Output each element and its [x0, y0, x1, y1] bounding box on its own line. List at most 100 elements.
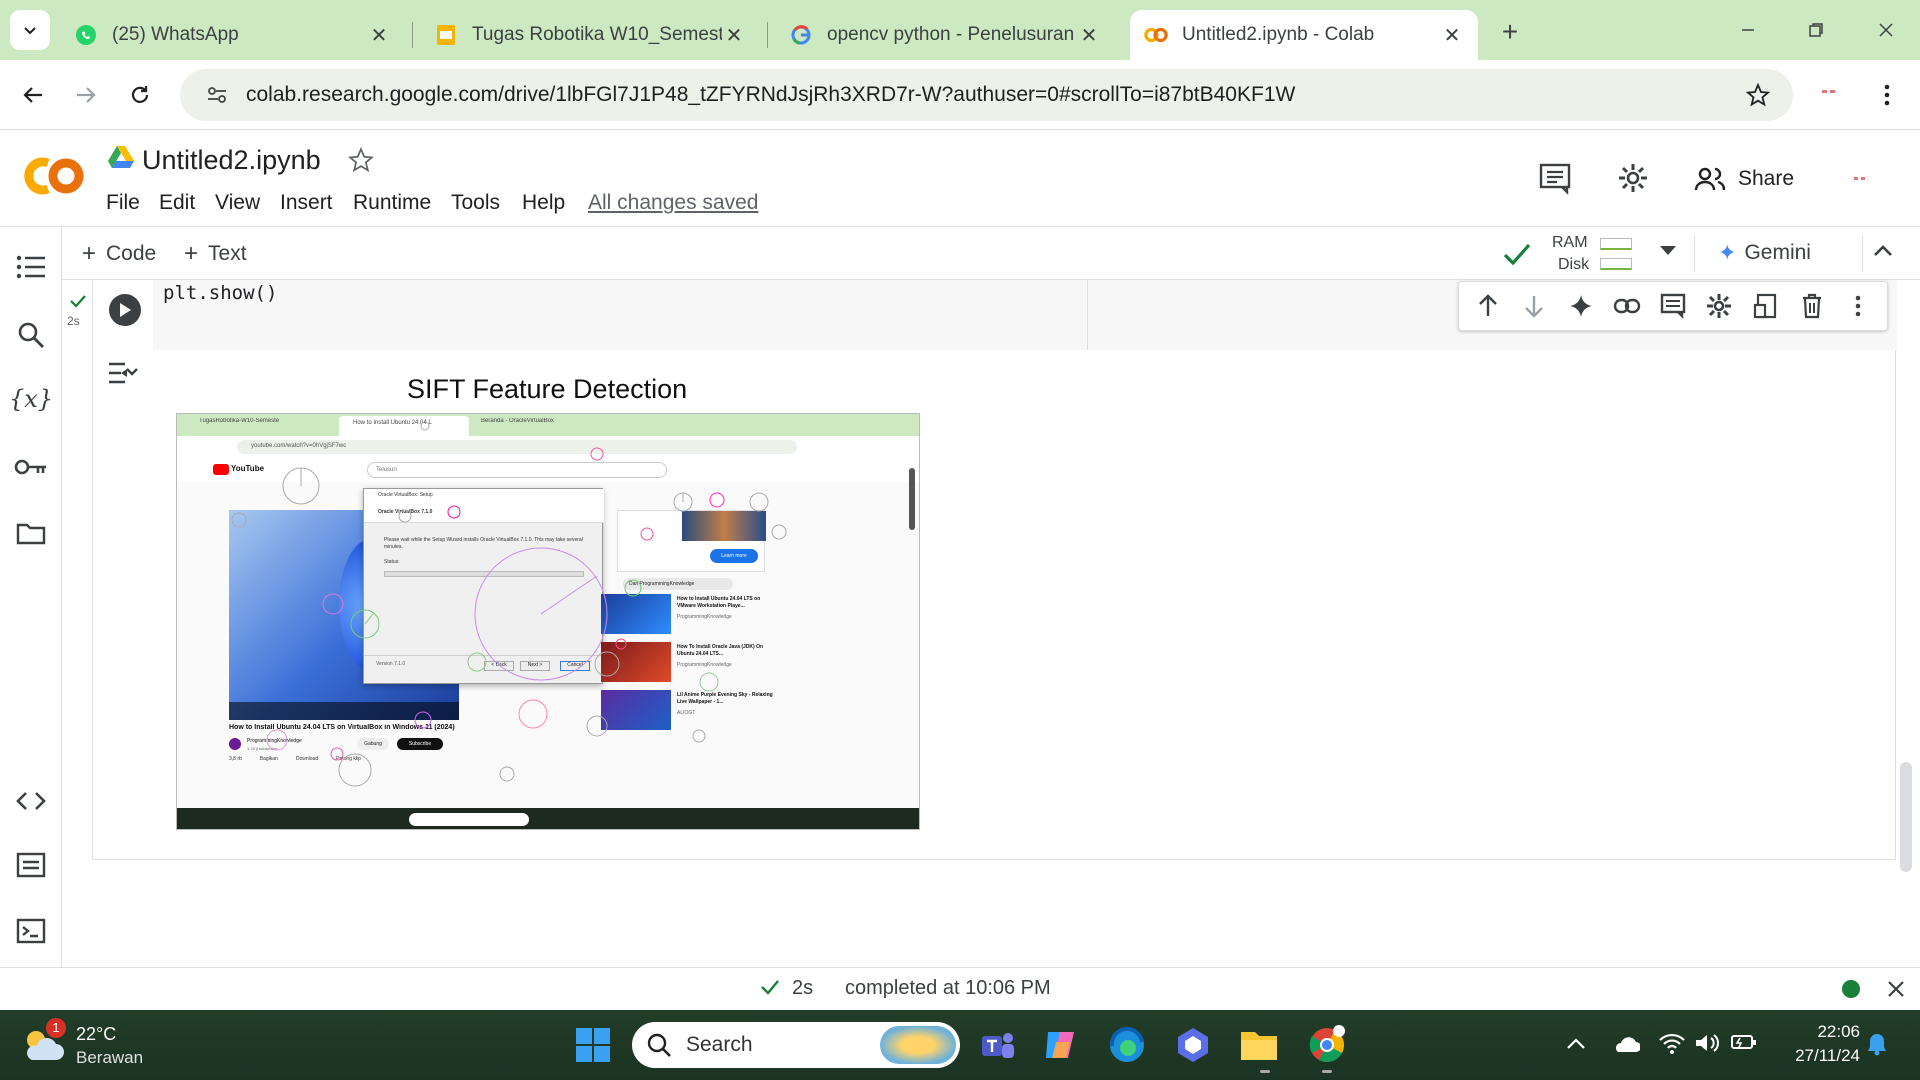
edge-icon[interactable]	[1106, 1024, 1148, 1066]
running-indicator	[1322, 1070, 1332, 1073]
browser-tab-whatsapp[interactable]: (25) WhatsApp ✕	[60, 10, 405, 60]
restore-button[interactable]	[1798, 14, 1834, 46]
close-window-button[interactable]	[1868, 14, 1904, 46]
run-cell-button[interactable]	[109, 294, 141, 326]
notebook-title[interactable]: Untitled2.ipynb	[142, 145, 321, 176]
forward-button[interactable]	[68, 77, 104, 113]
menu-insert[interactable]: Insert	[280, 191, 333, 215]
chevron-up-icon[interactable]	[1566, 1036, 1588, 1052]
output-actions-icon[interactable]	[107, 360, 141, 394]
browser-menu-button[interactable]	[1872, 77, 1902, 113]
chrome-icon[interactable]	[1306, 1024, 1348, 1066]
notebook-scrollbar[interactable]	[1900, 762, 1912, 872]
add-text-label: Text	[208, 242, 247, 265]
onedrive-icon[interactable]	[1612, 1032, 1640, 1056]
plus-icon: +	[82, 240, 97, 267]
comment-icon[interactable]	[1657, 290, 1689, 322]
account-avatar[interactable]	[1854, 177, 1866, 181]
reload-button[interactable]	[122, 77, 158, 113]
address-bar[interactable]: colab.research.google.com/drive/1lbFGl7J…	[180, 69, 1793, 121]
new-tab-button[interactable]: +	[1494, 16, 1526, 48]
command-palette-icon[interactable]	[12, 846, 50, 884]
menu-view[interactable]: View	[215, 191, 260, 215]
menu-file[interactable]: File	[106, 191, 140, 215]
clock-date[interactable]: 27/11/24	[1776, 1046, 1860, 1066]
variables-icon[interactable]: {x}	[9, 380, 53, 418]
weather-widget[interactable]: 1	[20, 1018, 70, 1068]
colab-logo[interactable]	[20, 153, 86, 199]
save-status[interactable]: All changes saved	[588, 191, 758, 215]
resource-monitor[interactable]: RAM Disk	[1552, 232, 1652, 276]
url-text: colab.research.google.com/drive/1lbFGl7J…	[246, 83, 1296, 106]
file-explorer-icon[interactable]	[1238, 1024, 1280, 1066]
collapse-header-button[interactable]	[1872, 242, 1898, 266]
trash-icon[interactable]	[1796, 290, 1828, 322]
star-icon	[348, 147, 374, 173]
menu-help[interactable]: Help	[522, 191, 565, 215]
sparkle-icon[interactable]	[1565, 290, 1597, 322]
more-vert-icon[interactable]	[1842, 290, 1874, 322]
close-icon[interactable]: ✕	[1077, 23, 1101, 47]
share-button[interactable]: Share	[1694, 161, 1794, 197]
folder-icon[interactable]	[12, 514, 50, 552]
code-snippets-icon[interactable]	[12, 782, 50, 820]
bookmark-button[interactable]	[1740, 77, 1776, 113]
taskbar-search[interactable]: Search	[632, 1022, 960, 1068]
move-down-icon[interactable]	[1518, 290, 1550, 322]
move-up-icon[interactable]	[1472, 290, 1504, 322]
notification-bell-icon[interactable]	[1866, 1032, 1890, 1058]
editor-ruler	[1087, 280, 1088, 350]
minimize-button[interactable]	[1730, 14, 1766, 46]
browser-tab-slides[interactable]: Tugas Robotika W10_Semester ✕	[420, 10, 760, 60]
key-icon[interactable]	[12, 448, 50, 486]
teams-icon[interactable]	[976, 1024, 1018, 1066]
tab-title: (25) WhatsApp	[112, 24, 239, 45]
ram-meter	[1600, 238, 1632, 250]
gemini-button[interactable]: ✦ Gemini	[1718, 240, 1811, 266]
tab-title: opencv python - Penelusuran G	[827, 24, 1077, 45]
windows-start-icon[interactable]	[572, 1024, 614, 1066]
table-of-contents-icon[interactable]	[12, 248, 50, 286]
sift-keypoints-overlay	[231, 421, 787, 787]
notebook-toolbar: + Code + Text RAM Disk ✦ Gemini	[62, 228, 1920, 280]
add-code-button[interactable]: + Code	[82, 240, 156, 268]
status-exec-time: 2s	[792, 977, 814, 999]
browser-tab-colab[interactable]: Untitled2.ipynb - Colab ✕	[1130, 10, 1478, 60]
menu-tools[interactable]: Tools	[451, 191, 500, 215]
clock-time[interactable]: 22:06	[1776, 1022, 1860, 1042]
link-icon[interactable]	[1611, 290, 1643, 322]
search-icon[interactable]	[12, 316, 50, 354]
status-completed[interactable]: completed at 10:06 PM	[845, 977, 1051, 1000]
close-icon[interactable]: ✕	[722, 23, 746, 47]
extension-icon[interactable]	[1822, 90, 1836, 94]
add-text-button[interactable]: + Text	[184, 240, 247, 268]
mirror-cell-icon[interactable]	[1749, 290, 1781, 322]
gear-icon[interactable]	[1703, 290, 1735, 322]
store-icon[interactable]	[1172, 1024, 1214, 1066]
back-button[interactable]	[15, 77, 51, 113]
comments-button[interactable]	[1538, 161, 1574, 197]
add-code-label: Code	[106, 242, 157, 265]
close-icon[interactable]: ✕	[1440, 23, 1464, 47]
status-check-icon	[760, 978, 780, 996]
colab-status-bar: 2s completed at 10:06 PM	[0, 967, 1920, 1009]
close-status-button[interactable]	[1886, 979, 1906, 999]
copilot-icon[interactable]	[1040, 1024, 1082, 1066]
settings-button[interactable]	[1616, 161, 1652, 197]
tab-search-button[interactable]	[10, 10, 50, 50]
runtime-status-dot	[1842, 980, 1860, 998]
plus-icon: +	[1501, 16, 1519, 47]
site-info-icon[interactable]	[192, 84, 242, 106]
chevron-down-icon	[24, 27, 36, 35]
close-icon[interactable]: ✕	[367, 23, 391, 47]
menu-runtime[interactable]: Runtime	[353, 191, 431, 215]
browser-tab-google[interactable]: opencv python - Penelusuran G ✕	[775, 10, 1115, 60]
battery-icon[interactable]	[1730, 1032, 1758, 1056]
star-notebook-button[interactable]	[348, 147, 376, 175]
wifi-icon[interactable]	[1658, 1032, 1686, 1056]
menu-edit[interactable]: Edit	[159, 191, 195, 215]
terminal-icon[interactable]	[12, 912, 50, 950]
browser-tab-strip: (25) WhatsApp ✕ Tugas Robotika W10_Semes…	[0, 0, 1920, 60]
runtime-dropdown-button[interactable]	[1658, 244, 1682, 264]
volume-icon[interactable]	[1694, 1032, 1722, 1056]
